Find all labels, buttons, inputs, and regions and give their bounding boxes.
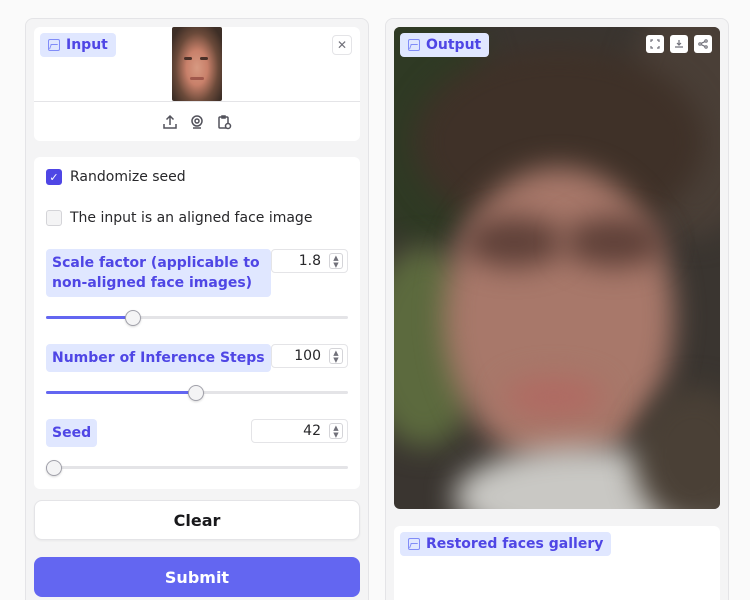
divider: [34, 101, 360, 102]
seed-value: 42: [303, 423, 321, 439]
gallery-card: Restored faces gallery: [394, 526, 720, 600]
settings-card: ✓ Randomize seed The input is an aligned…: [34, 157, 360, 489]
top-strip: [0, 0, 750, 8]
download-icon[interactable]: [670, 35, 688, 53]
seed-label: Seed: [46, 419, 98, 447]
submit-button[interactable]: Submit: [34, 557, 360, 597]
input-image-thumbnail: [172, 27, 222, 101]
slider-fill: [46, 316, 133, 319]
inference-steps-value: 100: [294, 348, 321, 364]
randomize-seed-checkbox[interactable]: ✓: [46, 169, 62, 185]
seed-stepper[interactable]: ▲ ▼: [329, 423, 343, 439]
slider-track: [46, 466, 348, 469]
inference-steps-input[interactable]: 100 ▲ ▼: [271, 344, 348, 368]
inference-steps-label: Number of Inference Steps: [46, 344, 271, 372]
randomize-seed-label: Randomize seed: [70, 169, 186, 185]
output-image: [394, 27, 720, 509]
input-label-text: Input: [66, 37, 108, 53]
clipboard-icon[interactable]: [215, 113, 233, 131]
scale-factor-input[interactable]: 1.8 ▲ ▼: [271, 249, 348, 273]
share-icon[interactable]: [694, 35, 712, 53]
scale-factor-slider[interactable]: [46, 310, 348, 326]
clear-button[interactable]: Clear: [34, 500, 360, 540]
scale-factor-value: 1.8: [298, 253, 321, 269]
slider-fill: [46, 391, 196, 394]
image-icon: [48, 39, 60, 51]
scale-factor-label: Scale factor (applicable to non-aligned …: [46, 249, 271, 297]
output-label: Output: [400, 33, 490, 57]
slider-thumb[interactable]: [188, 385, 204, 401]
image-icon: [408, 538, 420, 550]
seed-input[interactable]: 42 ▲ ▼: [251, 419, 348, 443]
seed-slider[interactable]: [46, 460, 348, 476]
close-icon[interactable]: ✕: [332, 35, 352, 55]
aligned-face-label: The input is an aligned face image: [70, 210, 313, 226]
scale-factor-stepper[interactable]: ▲ ▼: [329, 253, 343, 269]
inference-steps-stepper[interactable]: ▲ ▼: [329, 348, 343, 364]
output-image-card: Output: [394, 27, 720, 509]
webcam-icon[interactable]: [188, 113, 206, 131]
image-icon: [408, 39, 420, 51]
fullscreen-icon[interactable]: [646, 35, 664, 53]
slider-thumb[interactable]: [125, 310, 141, 326]
gallery-label-text: Restored faces gallery: [426, 536, 604, 552]
output-label-text: Output: [426, 37, 482, 53]
randomize-seed-option[interactable]: ✓ Randomize seed: [46, 169, 186, 185]
input-label: Input: [40, 33, 116, 57]
slider-thumb[interactable]: [46, 460, 62, 476]
aligned-face-option[interactable]: The input is an aligned face image: [46, 210, 312, 226]
aligned-face-checkbox[interactable]: [46, 210, 62, 226]
upload-icon[interactable]: [161, 113, 179, 131]
gallery-label: Restored faces gallery: [400, 532, 612, 556]
input-image-card[interactable]: Input ✕: [34, 27, 360, 141]
inference-steps-slider[interactable]: [46, 385, 348, 401]
